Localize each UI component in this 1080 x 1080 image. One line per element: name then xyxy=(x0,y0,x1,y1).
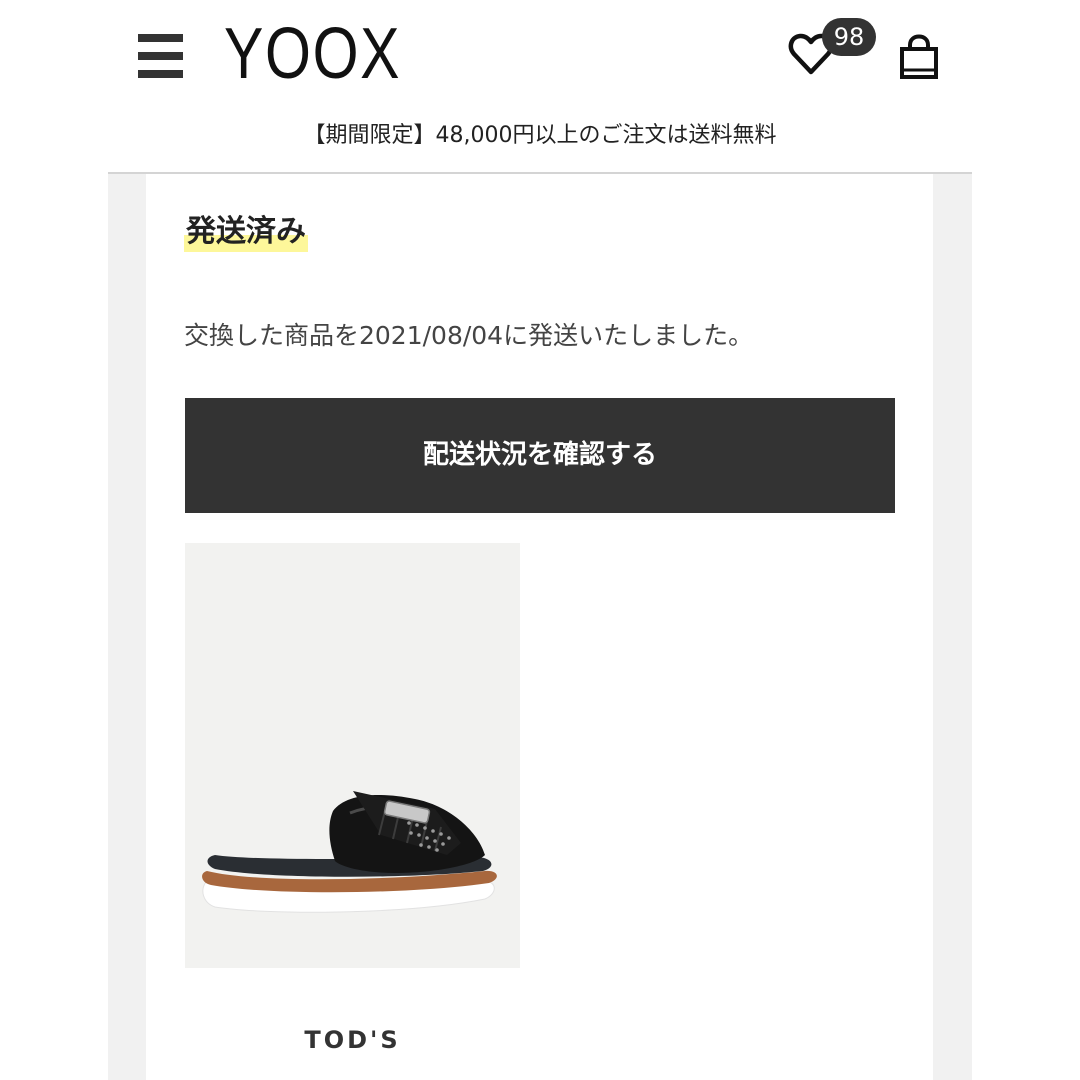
order-status: 発送済み xyxy=(184,212,308,256)
promo-banner[interactable]: 【期間限定】48,000円以上のご注文は送料無料 xyxy=(0,118,1080,154)
shopping-bag-icon[interactable] xyxy=(898,34,940,80)
left-margin-panel xyxy=(108,174,146,1080)
product-brand[interactable]: TOD'S xyxy=(185,1026,520,1054)
sandal-image xyxy=(202,791,497,913)
header-divider xyxy=(108,172,972,174)
yoox-logo[interactable]: YOOX xyxy=(224,18,401,90)
product-image[interactable] xyxy=(185,543,520,968)
status-title: 発送済み xyxy=(184,212,308,252)
right-margin-panel xyxy=(933,174,972,1080)
track-shipment-button[interactable]: 配送状況を確認する xyxy=(185,398,895,513)
site-header: YOOX 98 xyxy=(0,0,1080,110)
wishlist-button[interactable]: 98 xyxy=(788,18,878,80)
hamburger-menu-icon[interactable] xyxy=(138,34,183,78)
wishlist-count-badge: 98 xyxy=(822,18,876,56)
status-message: 交換した商品を2021/08/04に発送いたしました。 xyxy=(184,321,754,350)
